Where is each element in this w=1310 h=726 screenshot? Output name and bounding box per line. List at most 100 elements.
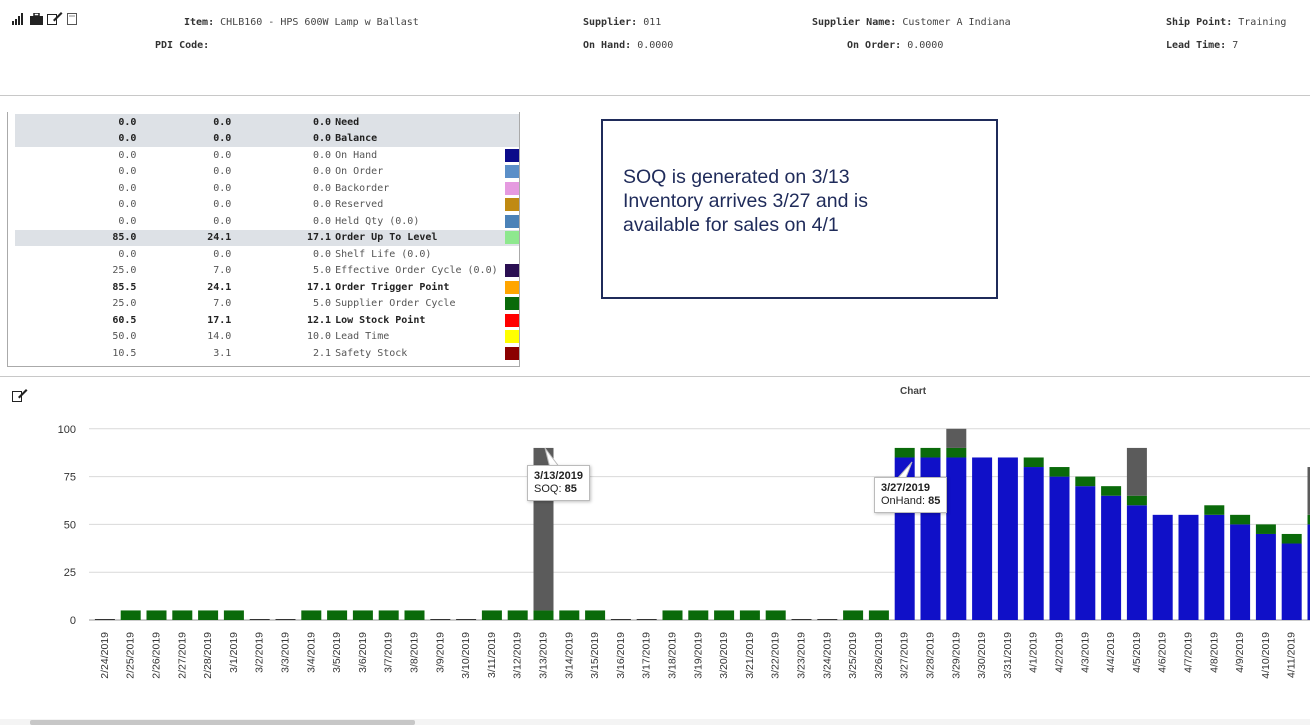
bar-onhand[interactable] [1101,496,1121,620]
y-tick-label: 50 [64,519,76,531]
x-tick-label: 3/23/2019 [796,632,808,679]
bar-supplier-order-cycle[interactable] [1204,505,1224,515]
x-tick-label: 3/5/2019 [331,632,343,673]
bar-soq[interactable] [1127,448,1147,496]
bar-supplier-order-cycle[interactable] [1101,486,1121,496]
bar-onhand[interactable] [1256,534,1276,620]
tooltip-date: 3/27/2019 [881,482,930,494]
bar-onhand[interactable] [946,457,966,620]
scrollbar-thumb[interactable] [30,720,415,725]
bar-supplier-order-cycle[interactable] [1256,524,1276,534]
bar-supplier-order-cycle[interactable] [663,610,683,620]
bar-zero[interactable] [792,619,812,620]
bar-onhand[interactable] [1282,544,1302,620]
tooltip-date: 3/13/2019 [534,470,583,482]
bar-supplier-order-cycle[interactable] [585,610,605,620]
bar-supplier-order-cycle[interactable] [534,610,554,620]
tooltip-label: SOQ: [534,483,562,495]
x-tick-label: 4/1/2019 [1028,632,1040,673]
bar-supplier-order-cycle[interactable] [1230,515,1250,525]
bar-zero[interactable] [276,619,296,620]
x-tick-label: 4/8/2019 [1208,632,1220,673]
x-tick-label: 3/24/2019 [821,632,833,679]
bar-zero[interactable] [817,619,837,620]
x-tick-label: 3/3/2019 [280,632,292,673]
x-tick-label: 3/16/2019 [615,632,627,679]
bar-supplier-order-cycle[interactable] [740,610,760,620]
bar-supplier-order-cycle[interactable] [301,610,321,620]
x-tick-label: 2/24/2019 [99,632,111,679]
bar-supplier-order-cycle[interactable] [946,448,966,458]
bar-supplier-order-cycle[interactable] [843,610,863,620]
bar-supplier-order-cycle[interactable] [353,610,373,620]
bar-supplier-order-cycle[interactable] [921,448,941,458]
bar-onhand[interactable] [1179,515,1199,620]
bar-zero[interactable] [430,619,450,620]
x-tick-label: 3/1/2019 [228,632,240,673]
bar-supplier-order-cycle[interactable] [688,610,708,620]
bar-supplier-order-cycle[interactable] [172,610,192,620]
bar-supplier-order-cycle[interactable] [224,610,244,620]
x-tick-label: 3/28/2019 [925,632,937,679]
bar-supplier-order-cycle[interactable] [895,448,915,458]
bar-onhand[interactable] [1050,477,1070,620]
x-tick-label: 4/10/2019 [1260,632,1272,679]
x-tick-label: 3/20/2019 [718,632,730,679]
bar-onhand[interactable] [1230,524,1250,620]
x-tick-label: 4/3/2019 [1079,632,1091,673]
x-tick-label: 3/6/2019 [357,632,369,673]
bar-zero[interactable] [456,619,476,620]
bar-supplier-order-cycle[interactable] [508,610,528,620]
x-tick-label: 3/9/2019 [434,632,446,673]
bar-supplier-order-cycle[interactable] [379,610,399,620]
bar-supplier-order-cycle[interactable] [327,610,347,620]
bar-supplier-order-cycle[interactable] [1024,457,1044,467]
bar-zero[interactable] [611,619,631,620]
x-tick-label: 3/15/2019 [589,632,601,679]
bar-supplier-order-cycle[interactable] [405,610,425,620]
bar-zero[interactable] [95,619,115,620]
bar-onhand[interactable] [1024,467,1044,620]
bar-onhand[interactable] [1153,515,1173,620]
onhand-tooltip: 3/27/2019 OnHand: 85 [874,477,947,513]
bar-supplier-order-cycle[interactable] [1050,467,1070,477]
x-tick-label: 4/7/2019 [1183,632,1195,673]
x-tick-label: 3/29/2019 [950,632,962,679]
bar-supplier-order-cycle[interactable] [1282,534,1302,544]
x-tick-label: 3/31/2019 [1002,632,1014,679]
x-tick-label: 3/26/2019 [873,632,885,679]
bar-onhand[interactable] [998,457,1018,620]
bar-supplier-order-cycle[interactable] [714,610,734,620]
bar-onhand[interactable] [1127,505,1147,620]
bar-onhand[interactable] [972,457,992,620]
bar-soq[interactable] [946,429,966,448]
x-tick-label: 3/14/2019 [563,632,575,679]
bar-onhand[interactable] [1075,486,1095,620]
bar-supplier-order-cycle[interactable] [766,610,786,620]
x-tick-label: 3/17/2019 [641,632,653,679]
bar-supplier-order-cycle[interactable] [1127,496,1147,506]
x-tick-label: 3/11/2019 [486,632,498,678]
x-tick-label: 2/25/2019 [125,632,137,679]
bar-zero[interactable] [250,619,270,620]
x-tick-label: 3/18/2019 [667,632,679,679]
x-tick-label: 3/22/2019 [770,632,782,679]
soq-tooltip: 3/13/2019 SOQ: 85 [527,465,590,501]
bar-supplier-order-cycle[interactable] [1075,477,1095,487]
bar-supplier-order-cycle[interactable] [121,610,141,620]
x-tick-label: 3/21/2019 [744,632,756,679]
x-tick-label: 2/26/2019 [151,632,163,679]
x-tick-label: 3/8/2019 [409,632,421,673]
bar-supplier-order-cycle[interactable] [869,610,889,620]
bar-supplier-order-cycle[interactable] [559,610,579,620]
bar-supplier-order-cycle[interactable] [198,610,218,620]
y-tick-label: 25 [64,567,76,579]
bar-zero[interactable] [637,619,657,620]
bar-supplier-order-cycle[interactable] [147,610,167,620]
tooltip-value: 85 [565,483,577,495]
bar-onhand[interactable] [1204,515,1224,620]
bar-supplier-order-cycle[interactable] [482,610,502,620]
x-tick-label: 4/11/2019 [1286,632,1298,678]
tooltip-value: 85 [928,495,940,507]
x-tick-label: 3/13/2019 [538,632,550,679]
